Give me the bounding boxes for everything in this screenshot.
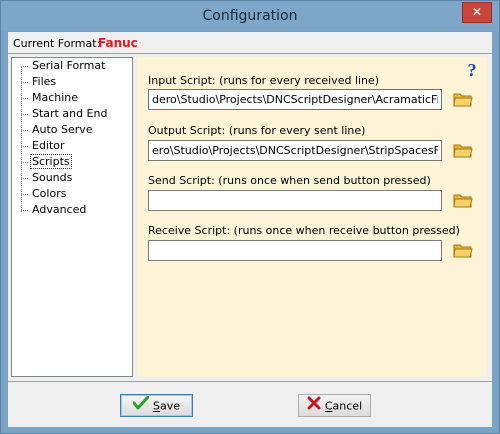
cancel-button-label: Cancel	[324, 399, 363, 413]
send-script-label: Send Script: (runs once when send button…	[148, 174, 431, 187]
folder-icon	[453, 93, 473, 107]
input-script-browse-button[interactable]	[452, 89, 474, 109]
tree-item-files[interactable]: Files	[21, 74, 58, 90]
help-icon[interactable]: ?	[463, 60, 481, 80]
tree-item-advanced[interactable]: Advanced	[21, 202, 88, 218]
scripts-page: ? Input Script: (runs for every received…	[137, 57, 487, 377]
cancel-x-icon	[307, 396, 321, 417]
tree-item-auto-serve[interactable]: Auto Serve	[21, 122, 95, 138]
tree-item-sounds[interactable]: Sounds	[21, 170, 74, 186]
cancel-button[interactable]: Cancel	[298, 394, 371, 417]
output-script-field[interactable]	[148, 140, 442, 161]
input-script-label: Input Script: (runs for every received l…	[148, 74, 380, 87]
output-script-label: Output Script: (runs for every sent line…	[148, 124, 366, 137]
receive-script-browse-button[interactable]	[452, 240, 474, 260]
input-script-field[interactable]	[148, 89, 442, 110]
send-script-field[interactable]	[148, 190, 442, 211]
title-bar[interactable]: Configuration ✕	[1, 1, 499, 31]
tree-item-editor[interactable]: Editor	[21, 138, 67, 154]
folder-icon	[453, 144, 473, 158]
checkmark-icon	[132, 395, 150, 417]
receive-script-label: Receive Script: (runs once when receive …	[148, 224, 460, 237]
tree-item-serial-format[interactable]: Serial Format	[21, 58, 107, 74]
tree-item-machine[interactable]: Machine	[21, 90, 80, 106]
save-button-label: Save	[152, 399, 180, 413]
client-area: Current Format: Fanuc Serial Format File…	[8, 32, 492, 427]
folder-icon	[453, 244, 473, 258]
receive-script-field[interactable]	[148, 240, 442, 261]
settings-tree[interactable]: Serial Format Files Machine Start and En…	[11, 57, 133, 377]
tree-item-colors[interactable]: Colors	[21, 186, 68, 202]
current-format-row: Current Format: Fanuc	[8, 32, 492, 53]
tree-item-start-and-end[interactable]: Start and End	[21, 106, 109, 122]
output-script-browse-button[interactable]	[452, 140, 474, 160]
current-format-value: Fanuc	[98, 36, 138, 50]
tree-item-scripts[interactable]: Scripts	[21, 154, 72, 170]
folder-icon	[453, 194, 473, 208]
save-button[interactable]: Save	[120, 394, 193, 417]
send-script-browse-button[interactable]	[452, 190, 474, 210]
configuration-window: Configuration ✕ Current Format: Fanuc Se…	[0, 0, 500, 434]
settings-panel: Serial Format Files Machine Start and En…	[8, 53, 492, 382]
current-format-label: Current Format:	[13, 37, 101, 50]
dialog-button-bar: Save Cancel	[8, 382, 492, 427]
window-title: Configuration	[202, 8, 298, 24]
close-button[interactable]: ✕	[462, 2, 492, 23]
